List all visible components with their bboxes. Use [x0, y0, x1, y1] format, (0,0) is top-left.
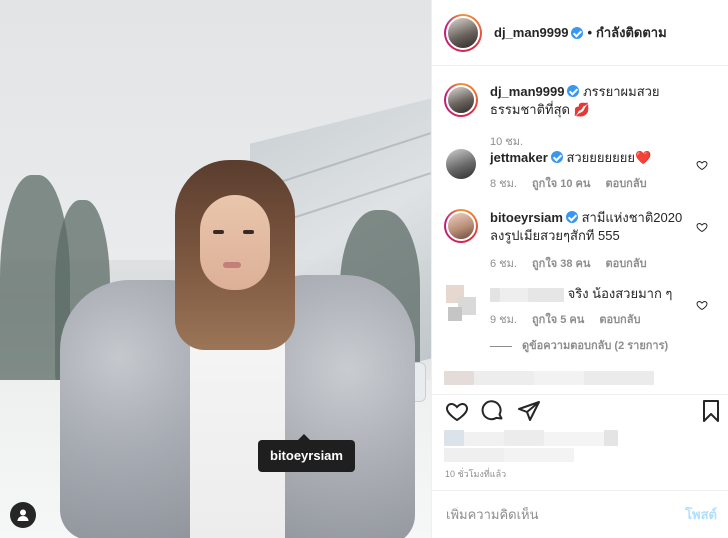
view-replies-row[interactable]: ดูข้อความตอบกลับ (2 รายการ) — [490, 337, 695, 355]
comment-username[interactable]: bitoeyrsiam — [490, 210, 563, 225]
comment-text: สวยยยยยยย❤️ — [566, 150, 652, 165]
face — [200, 195, 270, 290]
comment-item-blurred — [444, 369, 724, 385]
like-button[interactable] — [444, 398, 470, 424]
comment-likes[interactable]: ถูกใจ 5 คน — [532, 314, 584, 326]
comment-item: bitoeyrsiam สามีแห่งชาติ2020 ลงรูปเมียสว… — [444, 209, 724, 273]
user-tag-tooltip[interactable]: bitoeyrsiam — [258, 434, 355, 472]
instagram-post-view: bitoeyrsiam dj_man9999 • กำลังติดตาม dj_… — [0, 0, 728, 538]
reply-button[interactable]: ตอบกลับ — [605, 258, 646, 270]
reply-button[interactable]: ตอบกลับ — [599, 314, 640, 326]
comment-meta: 6 ชม. ถูกใจ 38 คน ตอบกลับ — [490, 255, 695, 273]
verified-badge-icon — [571, 26, 584, 39]
replies-line — [490, 345, 512, 347]
comment-username[interactable]: jettmaker — [490, 150, 548, 165]
post-actions — [444, 398, 724, 424]
save-button[interactable] — [698, 398, 724, 424]
person-icon — [17, 509, 29, 521]
paper-plane-icon — [518, 401, 540, 421]
caption-username[interactable]: dj_man9999 — [490, 84, 564, 99]
comment-icon — [481, 400, 503, 421]
comment-time[interactable]: 8 ชม. — [490, 178, 517, 190]
share-button[interactable] — [516, 398, 542, 424]
actions-divider — [432, 394, 728, 395]
blurred-username — [500, 287, 528, 302]
comment-time[interactable]: 9 ชม. — [490, 314, 517, 326]
post-comment-button[interactable]: โพสต์ — [685, 504, 717, 525]
blurred-username — [490, 287, 500, 302]
tagged-users-button[interactable] — [10, 502, 36, 528]
header-username[interactable]: dj_man9999 — [494, 25, 568, 40]
following-button[interactable]: กำลังติดตาม — [596, 22, 667, 43]
caption-avatar[interactable] — [444, 83, 478, 117]
comment-button[interactable] — [480, 398, 506, 424]
photo-subject — [60, 150, 420, 538]
comment-avatar[interactable] — [446, 149, 476, 179]
verified-badge-icon — [567, 85, 580, 97]
comment-item: jettmaker สวยยยยยยย❤️ 8 ชม. ถูกใจ 10 คน … — [444, 149, 724, 193]
caption: dj_man9999 ภรรยาผมสวยธรรมชาติที่สุด 💋 10… — [444, 83, 724, 151]
blurred-username — [528, 287, 564, 302]
verified-badge-icon — [550, 151, 563, 163]
post-time-ago[interactable]: 10 ชั่วโมงที่แล้ว — [445, 467, 506, 481]
comment-text: จริง น้องสวยมาก ๆ — [567, 286, 673, 301]
header-separator: • — [587, 25, 592, 40]
like-comment-heart-icon[interactable] — [696, 299, 708, 311]
comment-meta: 8 ชม. ถูกใจ 10 คน ตอบกลับ — [490, 175, 695, 193]
like-comment-heart-icon[interactable] — [696, 159, 708, 171]
add-comment-bar: โพสต์ — [432, 490, 728, 538]
comment-meta: 9 ชม. ถูกใจ 5 คน ตอบกลับ — [490, 311, 695, 329]
comment-item: จริง น้องสวยมาก ๆ 9 ชม. ถูกใจ 5 คน ตอบกล… — [444, 285, 724, 355]
like-comment-heart-icon[interactable] — [696, 221, 708, 233]
likes-summary-blurred[interactable] — [444, 430, 714, 464]
view-replies-button[interactable]: ดูข้อความตอบกลับ (2 รายการ) — [522, 337, 668, 355]
add-comment-input[interactable] — [446, 507, 646, 522]
verified-badge-icon — [565, 211, 578, 223]
post-photo[interactable]: bitoeyrsiam — [0, 0, 431, 538]
comments-list[interactable]: dj_man9999 ภรรยาผมสวยธรรมชาติที่สุด 💋 10… — [432, 67, 728, 385]
bookmark-icon — [703, 400, 719, 422]
lips — [223, 262, 241, 268]
comment-avatar[interactable] — [444, 209, 478, 243]
left-eye — [213, 230, 224, 234]
comment-avatar-blurred[interactable] — [446, 285, 476, 321]
comment-time[interactable]: 6 ชม. — [490, 258, 517, 270]
right-eye — [243, 230, 254, 234]
post-side-panel: dj_man9999 • กำลังติดตาม dj_man9999 ภรรย… — [431, 0, 728, 538]
comment-likes[interactable]: ถูกใจ 38 คน — [532, 258, 590, 270]
post-header: dj_man9999 • กำลังติดตาม — [432, 0, 728, 66]
reply-button[interactable]: ตอบกลับ — [605, 178, 646, 190]
caption-time[interactable]: 10 ชม. — [490, 136, 523, 148]
heart-icon — [446, 402, 468, 422]
author-avatar[interactable] — [444, 13, 482, 52]
comment-likes[interactable]: ถูกใจ 10 คน — [532, 178, 590, 190]
